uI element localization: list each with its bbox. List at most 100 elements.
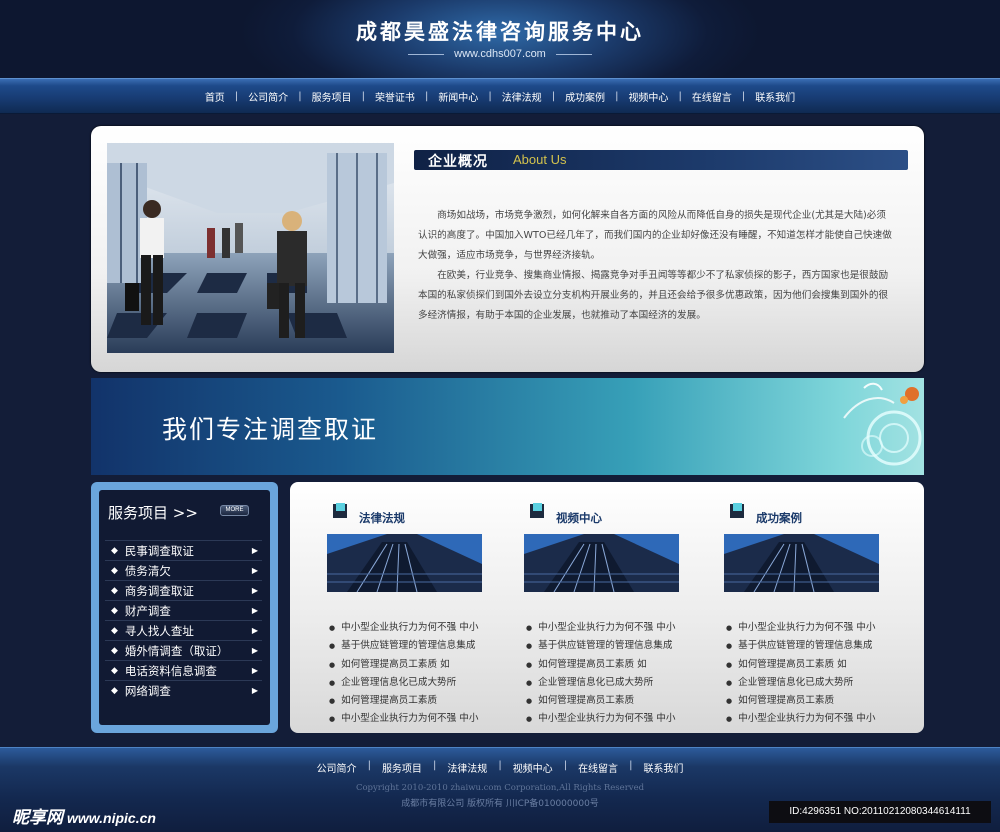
bullet-icon: ●	[329, 642, 336, 651]
arrow-right-icon: ▶	[251, 606, 258, 615]
footer-link-label[interactable]: 公司简介	[317, 760, 357, 775]
categories-panel: 法律法规 ● 中小型企业执行力为何不强 中小 ● 基于供应链管理的管理信息集成 ● 如…	[290, 482, 924, 733]
article-link[interactable]: ● 如何管理提高员工素质 如	[724, 656, 894, 674]
nav-link[interactable]: 服务项目	[312, 89, 352, 104]
article-link[interactable]: ● 企业管理信息化已成大势所	[524, 674, 694, 692]
nav-item-about[interactable]: | 公司简介	[225, 89, 288, 104]
category-title[interactable]: 法律法规	[359, 510, 405, 526]
services-list: ◆ 民事调查取证 ▶ ◆ 债务清欠 ▶ ◆ 商务调查取证 ▶ ◆ 财产调查 ▶ ◆ 寻人找人查址 ▶…	[105, 540, 262, 700]
more-button[interactable]: MORE	[220, 505, 249, 516]
service-item[interactable]: ◆ 债务清欠 ▶	[105, 560, 262, 580]
nav-link[interactable]: 在线留言	[692, 89, 732, 104]
footer-link-label[interactable]: 法律法规	[447, 760, 487, 775]
article-link[interactable]: ● 如何管理提高员工素质	[327, 692, 497, 710]
nav-item-cases[interactable]: | 成功案例	[542, 89, 605, 104]
nav-separator: |	[678, 90, 682, 102]
diamond-bullet-icon: ◆	[111, 565, 118, 576]
site-url[interactable]: www.cdhs007.com	[454, 48, 546, 60]
nav-item-news[interactable]: | 新闻中心	[415, 89, 478, 104]
nav-link[interactable]: 成功案例	[565, 89, 605, 104]
article-link[interactable]: ● 中小型企业执行力为何不强 中小	[327, 619, 497, 637]
cube-icon	[730, 503, 744, 518]
footer-link-label[interactable]: 视频中心	[513, 760, 553, 775]
category-header[interactable]: 法律法规	[327, 500, 497, 526]
article-link[interactable]: ● 如何管理提高员工素质 如	[524, 656, 694, 674]
footer-link[interactable]: | 联系我们	[618, 760, 683, 775]
bullet-icon: ●	[526, 660, 533, 669]
service-item[interactable]: ◆ 婚外情调查（取证） ▶	[105, 640, 262, 660]
article-title: 中小型企业执行力为何不强 中小	[341, 713, 479, 725]
nav-item-video[interactable]: | 视频中心	[605, 89, 668, 104]
nav-link[interactable]: 新闻中心	[438, 89, 478, 104]
article-link[interactable]: ● 中小型企业执行力为何不强 中小	[327, 710, 497, 728]
category-header[interactable]: 成功案例	[724, 500, 894, 526]
category-title[interactable]: 成功案例	[756, 510, 802, 526]
diamond-bullet-icon: ◆	[111, 605, 118, 616]
article-link[interactable]: ● 如何管理提高员工素质	[524, 692, 694, 710]
footer-link-label[interactable]: 服务项目	[382, 760, 422, 775]
site-url-row: www.cdhs007.com	[0, 48, 1000, 60]
article-link[interactable]: ● 企业管理信息化已成大势所	[724, 674, 894, 692]
article-link[interactable]: ● 基于供应链管理的管理信息集成	[524, 637, 694, 655]
category-article-list: ● 中小型企业执行力为何不强 中小 ● 基于供应链管理的管理信息集成 ● 如何管理提高…	[327, 619, 497, 729]
diamond-bullet-icon: ◆	[111, 585, 118, 596]
category-title[interactable]: 视频中心	[556, 510, 602, 526]
nav-link[interactable]: 视频中心	[628, 89, 668, 104]
footer-link[interactable]: 公司简介	[317, 760, 357, 775]
service-item[interactable]: ◆ 电话资料信息调查 ▶	[105, 660, 262, 680]
article-link[interactable]: ● 基于供应链管理的管理信息集成	[724, 637, 894, 655]
article-title: 如何管理提高员工素质 如	[341, 658, 450, 670]
footer-link-label[interactable]: 联系我们	[643, 760, 683, 775]
service-item[interactable]: ◆ 财产调查 ▶	[105, 600, 262, 620]
article-title: 基于供应链管理的管理信息集成	[341, 640, 476, 652]
article-title: 如何管理提高员工素质 如	[738, 658, 847, 670]
banner-slogan: 我们专注调查取证	[162, 415, 379, 444]
skyscraper-thumbnail[interactable]	[327, 534, 482, 592]
category-laws: 法律法规 ● 中小型企业执行力为何不强 中小 ● 基于供应链管理的管理信息集成 ● 如…	[327, 500, 497, 724]
service-item[interactable]: ◆ 寻人找人查址 ▶	[105, 620, 262, 640]
footer-link[interactable]: | 视频中心	[487, 760, 552, 775]
nav-link[interactable]: 联系我们	[755, 89, 795, 104]
article-link[interactable]: ● 企业管理信息化已成大势所	[327, 674, 497, 692]
nav-item-laws[interactable]: | 法律法规	[478, 89, 541, 104]
footer-link[interactable]: | 法律法规	[422, 760, 487, 775]
article-link[interactable]: ● 中小型企业执行力为何不强 中小	[524, 619, 694, 637]
nav-link[interactable]: 荣誉证书	[375, 89, 415, 104]
nav-link[interactable]: 公司简介	[248, 89, 288, 104]
nav-item-home[interactable]: 首页	[205, 89, 225, 104]
skyscraper-thumbnail[interactable]	[524, 534, 679, 592]
nav-item-services[interactable]: | 服务项目	[288, 89, 351, 104]
bullet-icon: ●	[526, 642, 533, 651]
skyscraper-thumbnail[interactable]	[724, 534, 879, 592]
nav-link[interactable]: 首页	[205, 89, 225, 104]
service-label: 民事调查取证	[124, 543, 194, 558]
nav-item-contact[interactable]: | 联系我们	[732, 89, 795, 104]
article-link[interactable]: ● 中小型企业执行力为何不强 中小	[724, 619, 894, 637]
article-link[interactable]: ● 中小型企业执行力为何不强 中小	[724, 710, 894, 728]
service-item[interactable]: ◆ 网络调查 ▶	[105, 680, 262, 700]
nav-link[interactable]: 法律法规	[502, 89, 542, 104]
footer-link[interactable]: | 服务项目	[357, 760, 422, 775]
footer-link[interactable]: | 在线留言	[553, 760, 618, 775]
service-item[interactable]: ◆ 民事调查取证 ▶	[105, 540, 262, 560]
service-label: 债务清欠	[124, 563, 171, 578]
category-header[interactable]: 视频中心	[524, 500, 694, 526]
nav-item-message[interactable]: | 在线留言	[668, 89, 731, 104]
bullet-icon: ●	[726, 660, 733, 669]
office-corridor-photo	[107, 143, 394, 353]
arrow-right-icon: ▶	[251, 646, 258, 655]
footer-link-label[interactable]: 在线留言	[578, 760, 618, 775]
arrow-right-icon: ▶	[251, 666, 258, 675]
footer-separator: |	[629, 760, 633, 771]
bullet-icon: ●	[329, 660, 336, 669]
service-label: 寻人找人查址	[124, 623, 194, 638]
nav-item-honors[interactable]: | 荣誉证书	[352, 89, 415, 104]
nav-separator: |	[361, 90, 365, 102]
article-link[interactable]: ● 如何管理提高员工素质	[724, 692, 894, 710]
divider	[555, 53, 592, 55]
article-link[interactable]: ● 如何管理提高员工素质 如	[327, 656, 497, 674]
article-link[interactable]: ● 中小型企业执行力为何不强 中小	[524, 710, 694, 728]
service-item[interactable]: ◆ 商务调查取证 ▶	[105, 580, 262, 600]
bullet-icon: ●	[726, 624, 733, 632]
article-link[interactable]: ● 基于供应链管理的管理信息集成	[327, 637, 497, 655]
